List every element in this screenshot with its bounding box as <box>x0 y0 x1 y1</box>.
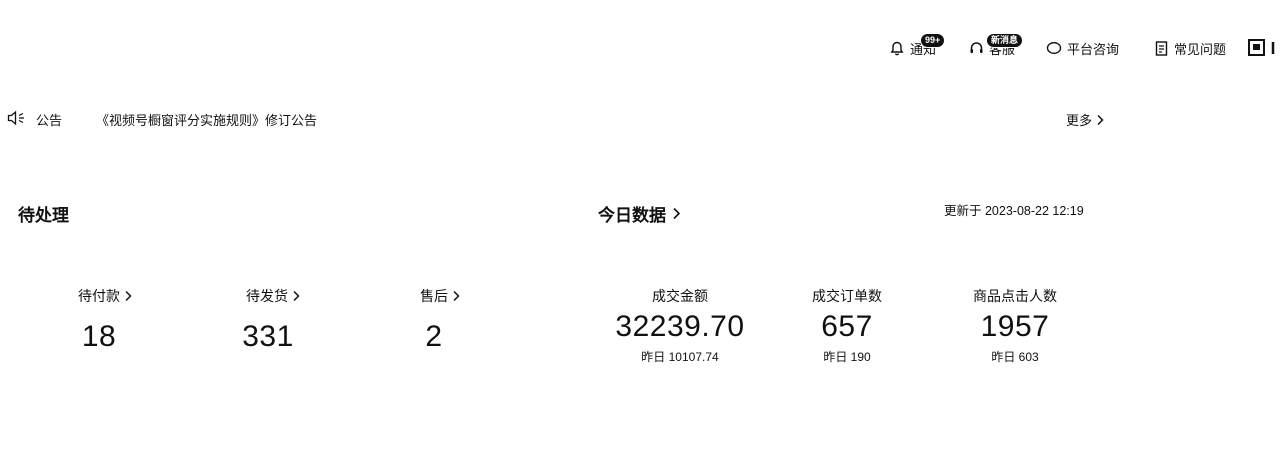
announcement-more-link[interactable]: 更多 <box>1066 110 1104 129</box>
order-count-value: 657 <box>821 310 873 343</box>
order-count-card: 成交订单数 657 昨日 190 <box>787 286 907 365</box>
announcement-bar: 公告 《视频号橱窗评分实施规则》修订公告 更多 <box>0 108 1120 130</box>
announcement-label: 公告 <box>36 113 63 128</box>
avatar-button[interactable] <box>1247 30 1277 66</box>
pending-shipment-count: 331 <box>242 320 294 353</box>
chat-bubble-icon <box>1046 40 1062 56</box>
after-sales-count: 2 <box>425 320 443 353</box>
avatar-icon <box>1247 36 1277 61</box>
pending-shipment-label: 待发货 <box>246 288 288 304</box>
gmv-label: 成交金额 <box>652 288 708 304</box>
platform-consult-button[interactable]: 平台咨询 <box>1046 30 1119 66</box>
notifications-badge: 99+ <box>920 33 946 48</box>
pending-payment-card[interactable]: 待付款 18 <box>50 286 160 354</box>
chevron-right-icon <box>673 207 681 220</box>
after-sales-link[interactable]: 售后 <box>385 286 495 306</box>
gmv-card: 成交金额 32239.70 昨日 10107.74 <box>610 286 750 365</box>
product-click-label: 商品点击人数 <box>973 288 1057 304</box>
pending-shipment-link[interactable]: 待发货 <box>218 286 328 306</box>
updated-timestamp: 更新于 2023-08-22 12:19 <box>944 204 1084 218</box>
faq-button[interactable]: 常见问题 <box>1153 30 1226 66</box>
product-click-card: 商品点击人数 1957 昨日 603 <box>950 286 1080 365</box>
more-label: 更多 <box>1066 113 1093 128</box>
after-sales-card[interactable]: 售后 2 <box>385 286 495 354</box>
headset-icon <box>968 40 984 56</box>
speaker-icon <box>7 110 29 129</box>
customer-service-badge: 新消息 <box>986 33 1024 48</box>
pending-payment-count: 18 <box>81 320 117 353</box>
today-data-title-link[interactable]: 今日数据 <box>598 201 681 226</box>
faq-label: 常见问题 <box>1174 41 1227 57</box>
document-icon <box>1153 40 1169 56</box>
order-count-yesterday: 昨日 190 <box>823 350 871 364</box>
today-data-title-text: 今日数据 <box>598 206 666 225</box>
platform-consult-label: 平台咨询 <box>1067 41 1120 57</box>
gmv-value: 32239.70 <box>615 310 745 343</box>
chevron-right-icon <box>453 290 460 302</box>
order-count-label: 成交订单数 <box>812 288 882 304</box>
chevron-right-icon <box>125 290 132 302</box>
pending-payment-label: 待付款 <box>78 288 120 304</box>
pending-title-text: 待处理 <box>18 206 69 225</box>
pending-shipment-card[interactable]: 待发货 331 <box>218 286 328 354</box>
announcement-link[interactable]: 《视频号橱窗评分实施规则》修订公告 <box>96 110 317 129</box>
pending-section-title: 待处理 <box>18 201 69 226</box>
after-sales-label: 售后 <box>420 288 448 304</box>
product-click-value: 1957 <box>980 310 1050 343</box>
chevron-right-icon <box>293 290 300 302</box>
pending-payment-link[interactable]: 待付款 <box>50 286 160 306</box>
bell-icon <box>889 40 905 56</box>
gmv-yesterday: 昨日 10107.74 <box>641 350 719 364</box>
top-bar: 通知 99+ 客服 新消息 平台咨询 常见问题 <box>0 30 1280 66</box>
product-click-yesterday: 昨日 603 <box>991 350 1039 364</box>
chevron-right-icon <box>1097 114 1104 125</box>
